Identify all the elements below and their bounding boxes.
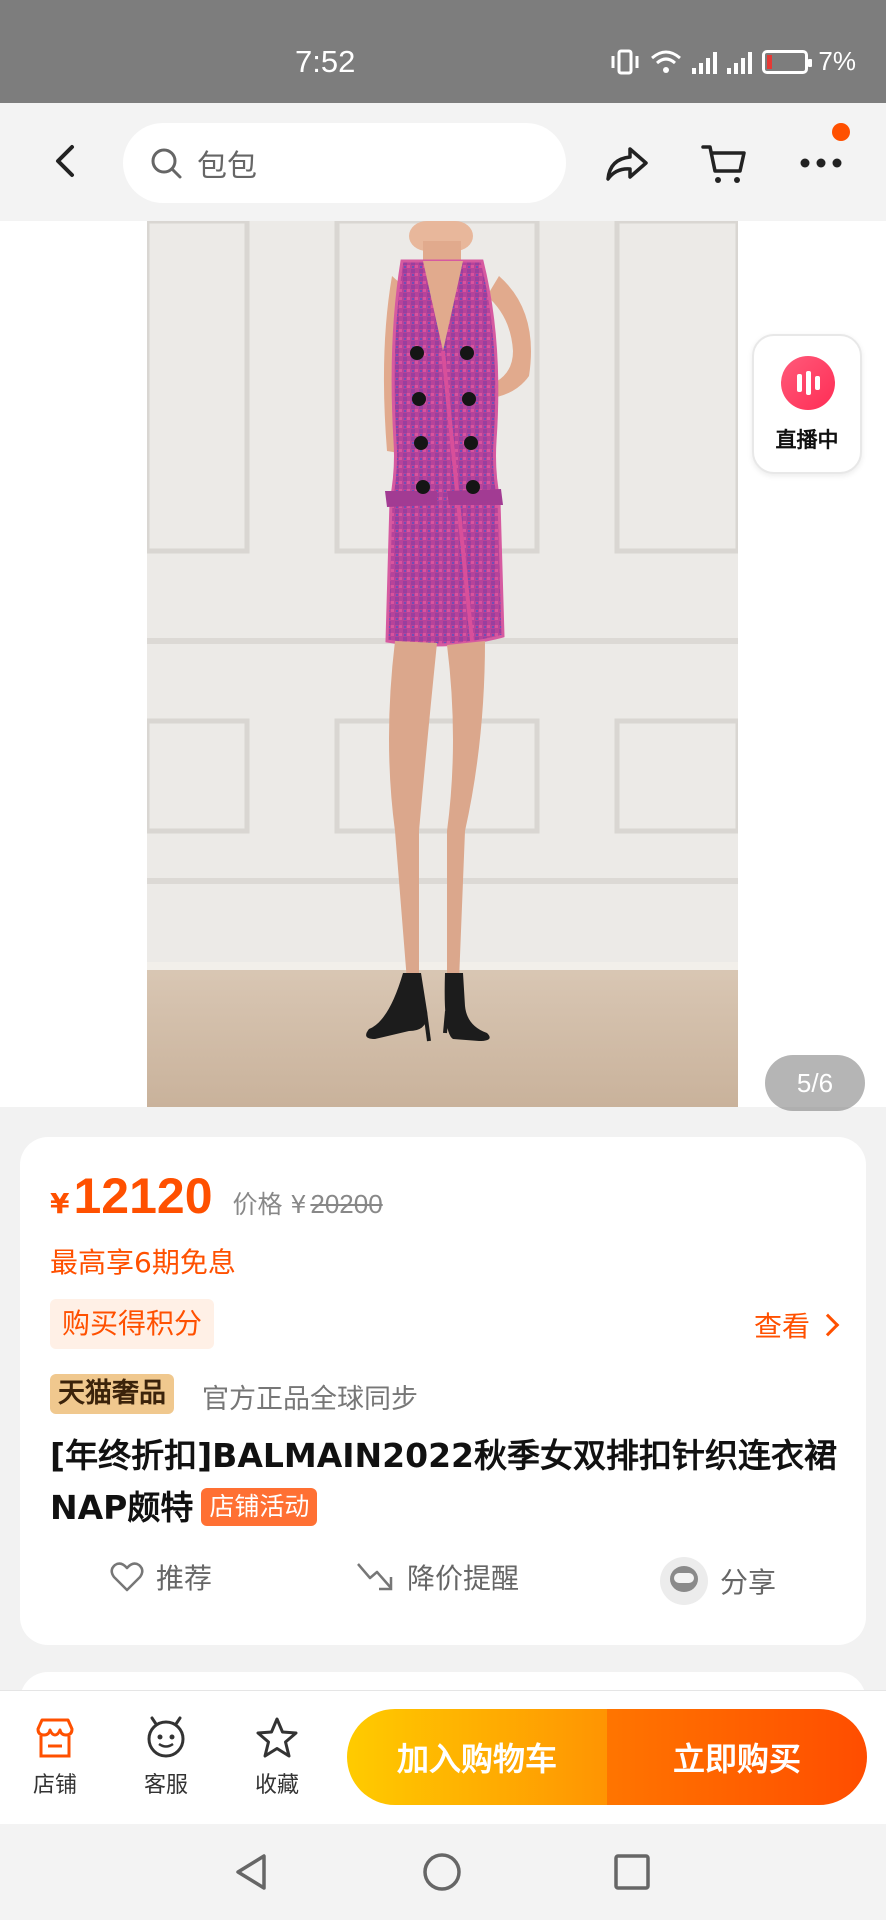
share-label: 分享 — [720, 1566, 777, 1599]
recommend-label: 推荐 — [156, 1562, 213, 1595]
shop-icon — [36, 1718, 74, 1758]
tab-customer-service[interactable]: 客服 — [121, 1715, 211, 1799]
image-page-counter: 5/6 — [765, 1055, 865, 1111]
system-home-icon[interactable] — [418, 1848, 466, 1896]
top-nav-bar: 包包 — [0, 103, 886, 221]
search-input[interactable]: 包包 — [123, 123, 566, 203]
chevron-right-icon — [816, 1313, 840, 1337]
share-avatar-icon — [660, 1557, 708, 1605]
bottom-action-bar: 店铺 客服 收藏 加入购物车 立即购买 — [0, 1690, 886, 1824]
live-icon — [781, 356, 835, 410]
battery-icon — [762, 49, 813, 74]
tab-shop[interactable]: 店铺 — [10, 1715, 100, 1799]
wifi-icon — [651, 50, 682, 73]
installment-text: 最高享6期免息 — [50, 1246, 236, 1279]
view-label: 查看 — [753, 1310, 810, 1343]
system-recents-icon[interactable] — [608, 1848, 656, 1896]
live-stream-button[interactable]: 直播中 — [752, 334, 862, 474]
share-icon[interactable] — [602, 139, 650, 187]
tmall-luxury-tag: 天猫奢品 — [50, 1374, 174, 1414]
notification-dot — [832, 123, 850, 141]
product-photo[interactable] — [147, 221, 738, 1107]
product-info-card: ¥ 12120 价格 ¥ 20200 最高享6期免息 购买得积分 查看 天猫奢品… — [20, 1137, 866, 1645]
star-icon — [256, 1717, 298, 1758]
product-gallery[interactable]: 直播中 5/6 — [0, 221, 886, 1111]
battery-percent: 7% — [818, 46, 856, 76]
buy-now-button[interactable]: 立即购买 — [607, 1709, 867, 1805]
product-image — [147, 221, 738, 1107]
search-placeholder: 包包 — [197, 149, 257, 184]
price-row: ¥ 12120 价格 ¥ 20200 — [50, 1167, 383, 1225]
view-link[interactable]: 查看 — [753, 1305, 840, 1345]
status-time: 7:52 — [295, 44, 356, 79]
product-title: [年终折扣]BALMAIN2022秋季女双排扣针织连衣裙NAP颇特 店铺活动 — [50, 1430, 850, 1534]
live-label: 直播中 — [775, 428, 839, 452]
original-price-label: 价格 ¥ — [232, 1190, 307, 1219]
current-price: 12120 — [73, 1168, 213, 1224]
brand-subtitle: 官方正品全球同步 — [202, 1384, 418, 1415]
price-drop-icon — [357, 1563, 393, 1591]
status-icons: 7% — [610, 46, 856, 77]
tab-shop-label: 店铺 — [32, 1773, 77, 1798]
vibrate-icon — [611, 49, 639, 74]
signal-icon — [727, 50, 753, 74]
back-icon[interactable] — [44, 139, 88, 183]
heart-icon — [110, 1562, 144, 1592]
price-alert-button[interactable]: 降价提醒 — [355, 1557, 519, 1597]
tab-service-label: 客服 — [143, 1773, 188, 1798]
more-icon[interactable] — [797, 139, 845, 187]
product-title-text: [年终折扣]BALMAIN2022秋季女双排扣针织连衣裙NAP颇特 — [50, 1436, 838, 1527]
tab-favorite-label: 收藏 — [254, 1773, 299, 1798]
system-navigation-bar — [0, 1824, 886, 1920]
system-back-icon[interactable] — [228, 1848, 276, 1896]
recommend-button[interactable]: 推荐 — [110, 1557, 212, 1597]
share-button[interactable]: 分享 — [660, 1557, 776, 1605]
tab-favorite[interactable]: 收藏 — [232, 1715, 322, 1799]
search-icon — [151, 148, 182, 179]
status-bar: 7:52 7% — [0, 0, 886, 103]
signal-icon — [692, 50, 718, 74]
product-actions: 推荐 降价提醒 分享 — [20, 1557, 866, 1617]
shop-activity-tag[interactable]: 店铺活动 — [201, 1488, 318, 1526]
customer-service-icon — [147, 1716, 185, 1758]
price-currency: ¥ — [50, 1187, 70, 1220]
purchase-buttons: 加入购物车 立即购买 — [347, 1709, 867, 1805]
cart-icon[interactable] — [700, 139, 748, 187]
add-to-cart-button[interactable]: 加入购物车 — [347, 1709, 607, 1805]
original-price: 20200 — [310, 1189, 383, 1219]
price-alert-label: 降价提醒 — [407, 1562, 520, 1595]
points-tag: 购买得积分 — [50, 1299, 215, 1349]
